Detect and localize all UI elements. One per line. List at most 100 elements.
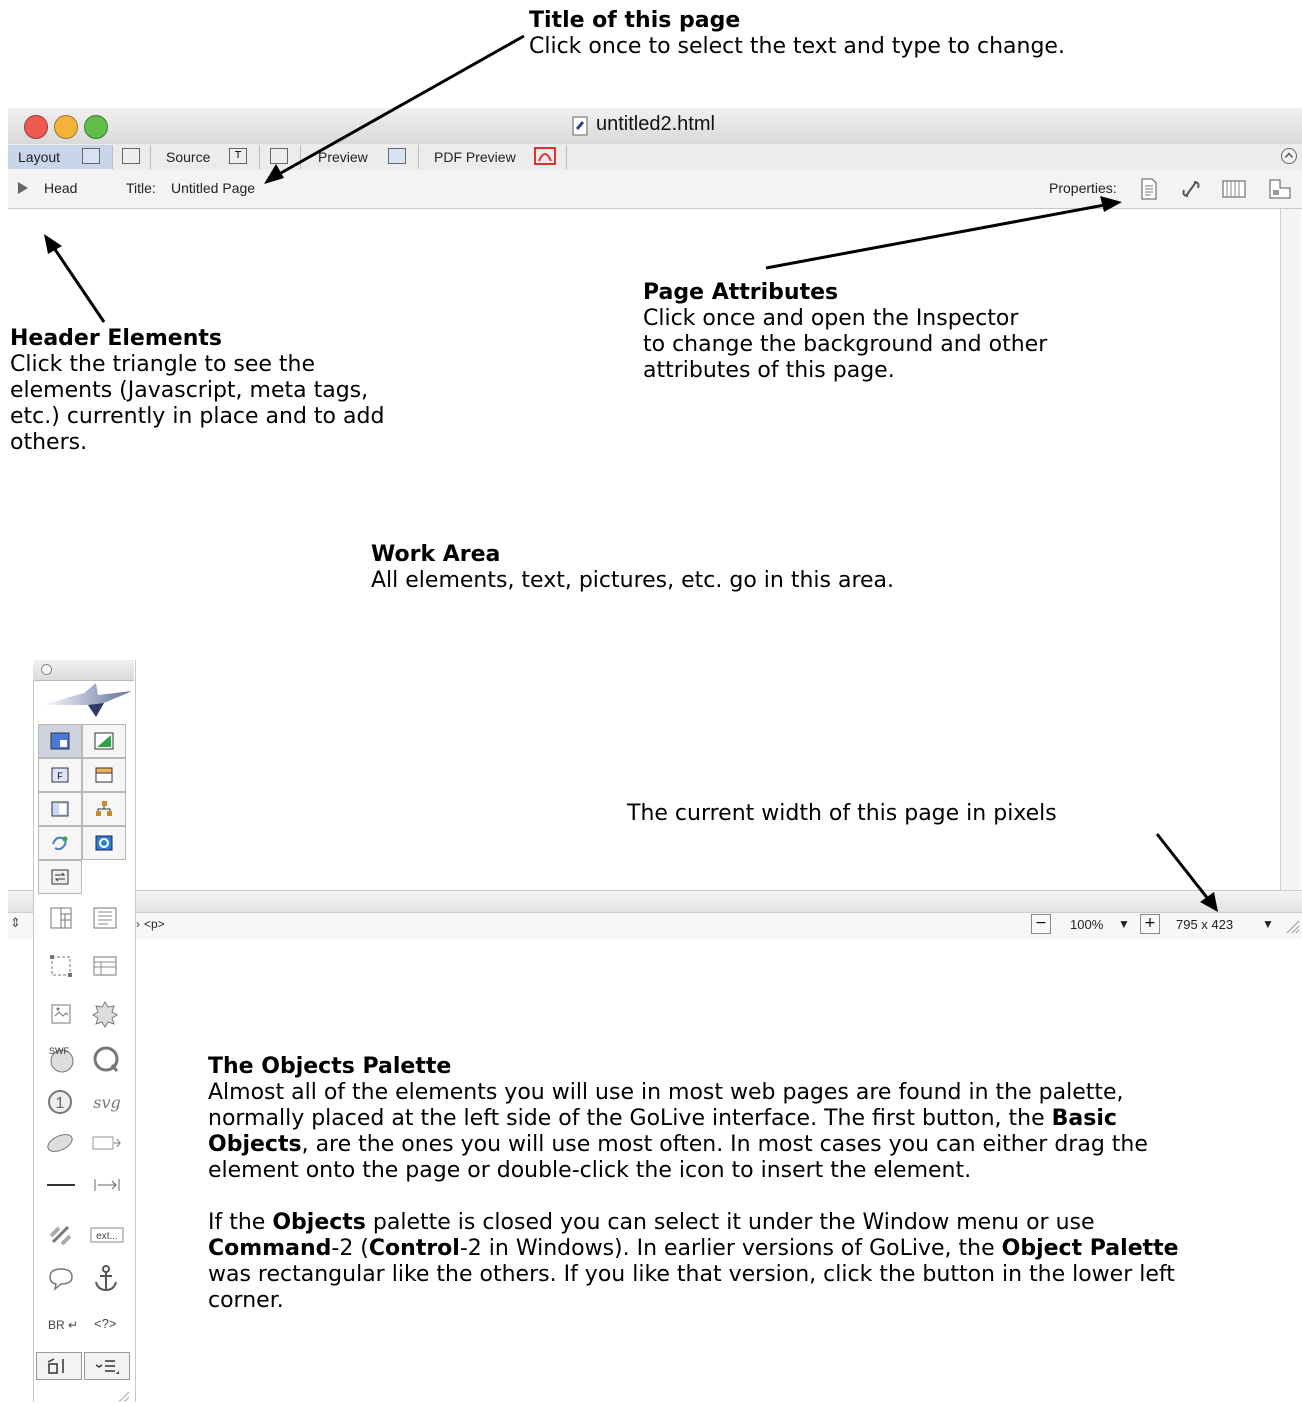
header-elements-line: elements (Javascript, meta tags, [10,378,369,403]
zoom-dropdown-icon[interactable]: ▼ [1118,917,1130,931]
golive-logo [34,681,134,719]
layout-grid-icon[interactable] [49,906,73,930]
markup-tree-arrow-icon: › [136,917,140,931]
sync-objects-button[interactable] [38,860,82,894]
outline-view-icon[interactable] [270,148,288,164]
zoom-out-button[interactable]: − [1031,914,1051,934]
paragraph-line: corner. [208,1288,284,1313]
page-attributes-line: to change the background and other [643,332,1048,357]
palette-shape-toggle-icon [47,1358,64,1374]
header-elements-heading: Header Elements [10,326,222,351]
markup-tree-tag[interactable]: <p> [144,917,165,931]
horizontal-scroll-area[interactable] [8,890,1302,913]
css-icon [94,732,114,750]
window-size-readout[interactable]: 795 x 423 [1176,917,1233,932]
layout-properties-icon[interactable] [1268,178,1292,200]
close-button[interactable] [24,115,48,139]
split-view-icon[interactable]: ⇕ [10,916,21,931]
palette-toggle-button[interactable] [36,1352,82,1380]
paragraph-line: Almost all of the elements you will use … [208,1080,1124,1105]
tab-divider [259,145,260,169]
minimize-button[interactable] [54,115,78,139]
table-icon [51,801,69,817]
head-objects-button[interactable] [38,792,82,826]
svg-text:1: 1 [56,1095,65,1112]
real-icon[interactable]: 1 [46,1088,74,1116]
plugin-icon[interactable] [92,1000,118,1028]
smart-objects-button[interactable] [38,826,82,860]
zoom-button[interactable] [84,115,108,139]
frame-objects-button[interactable] [82,758,126,792]
css-objects-button[interactable] [82,724,126,758]
link-icon[interactable] [48,1222,74,1248]
page-title-field[interactable]: Untitled Page [171,180,255,196]
zoom-level[interactable]: 100% [1070,917,1103,932]
image-icon[interactable] [49,1002,73,1026]
text-icon[interactable]: ext... [90,1226,124,1244]
paragraph-line: If the Objects palette is closed you can… [208,1210,1095,1235]
object-icon[interactable] [90,1132,124,1154]
header-elements-line: Click the triangle to see the [10,352,316,377]
layout-text-box-icon[interactable] [92,906,118,930]
resize-grip-icon[interactable] [1284,918,1300,934]
work-area-text: All elements, text, pictures, etc. go in… [371,568,895,593]
status-bar [8,912,1302,939]
line-icon[interactable] [46,1178,76,1192]
paragraph-line: was rectangular like the others. If you … [208,1262,1175,1287]
zoom-in-button[interactable]: + [1140,914,1160,934]
tab-pdf-preview-label: PDF Preview [434,149,516,165]
form-objects-button[interactable]: F [38,758,82,792]
header-elements-line: others. [10,430,88,455]
basic-objects-button[interactable] [38,724,82,758]
comment-icon[interactable] [46,1266,76,1292]
palette-close-button[interactable] [41,664,52,675]
palette-menu-button[interactable] [84,1352,130,1380]
palette-resize-grip-icon[interactable] [116,1390,130,1402]
br-label: BR [48,1318,65,1332]
collapse-toolbar-icon[interactable] [1280,147,1298,165]
title-annotation: Title of this page Click once to select … [529,8,1065,60]
quicktime-object-icon[interactable] [92,1044,120,1074]
paragraph-line: normally placed at the left side of the … [208,1106,1117,1131]
spacer-icon[interactable] [92,1176,122,1194]
vertical-scrollbar[interactable] [1280,209,1301,890]
frame-properties-icon[interactable] [1222,178,1246,200]
tab-layout-label: Layout [18,149,61,165]
tab-divider [112,145,113,169]
objects-palette-heading: The Objects Palette [208,1054,452,1079]
paragraph-line: element onto the page or double-click th… [208,1158,972,1183]
script-label: <?> [94,1316,117,1331]
title-label: Title: [126,180,156,196]
tab-divider [300,145,301,169]
site-objects-button[interactable] [82,792,126,826]
page-properties-icon[interactable] [1138,178,1160,200]
window-size-dropdown-icon[interactable]: ▼ [1262,917,1274,931]
head-disclosure-triangle-icon[interactable] [18,182,28,194]
width-annotation: The current width of this page in pixels [627,801,1057,826]
link-properties-icon[interactable] [1180,178,1202,200]
paragraph-line: Objects, are the ones you will use most … [208,1132,1148,1157]
ext-label: ext... [96,1231,118,1242]
smart-icon [52,836,68,851]
frame-view-icon[interactable] [122,148,140,164]
svg-label: svg [93,1093,121,1112]
header-elements-line: etc.) currently in place and to add [10,404,385,429]
anchor-icon[interactable] [92,1264,120,1294]
script-icon[interactable]: <?> [94,1316,116,1331]
tab-source-label: Source [166,149,211,165]
table-object-icon[interactable] [92,954,118,978]
pdf-icon [534,147,556,165]
properties-label: Properties: [1049,180,1117,196]
floating-box-icon[interactable] [49,954,73,978]
applet-icon[interactable] [44,1130,76,1156]
layout-icon [50,732,70,750]
quicktime-objects-button[interactable] [82,826,126,860]
quicktime-icon [95,835,113,851]
svg-icon[interactable]: svg [90,1090,124,1116]
line-break-icon[interactable]: BR ↵ [48,1318,78,1332]
page-attributes-annotation: Page Attributes Click once and open the … [643,280,1047,384]
page-attributes-line: Click once and open the Inspector [643,306,1019,331]
swf-icon[interactable]: SWF [46,1044,76,1074]
layout-view-icon [82,148,100,164]
